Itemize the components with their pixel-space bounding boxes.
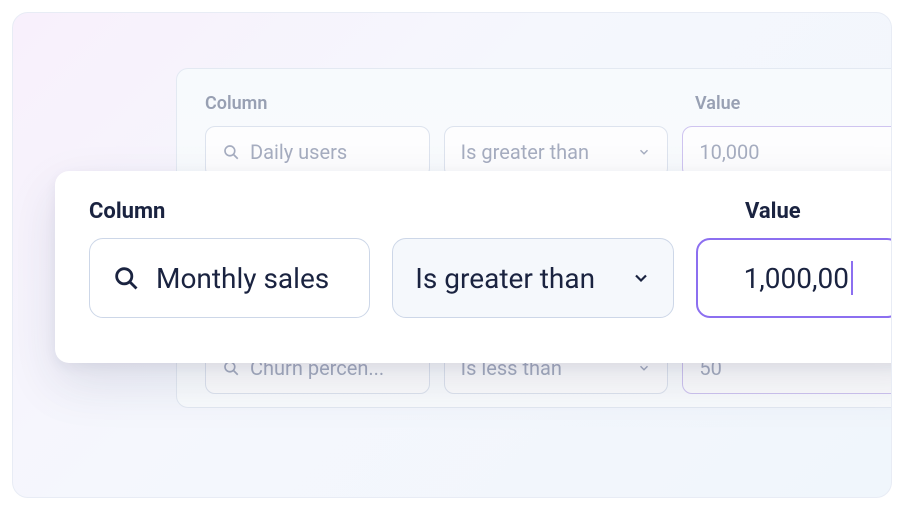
chevron-down-icon bbox=[637, 361, 651, 375]
operator-select[interactable]: Is greater than bbox=[392, 238, 673, 318]
value-field-value: 10,000 bbox=[699, 140, 759, 164]
column-field-value: Daily users bbox=[250, 140, 347, 164]
chevron-down-icon bbox=[637, 145, 651, 159]
chevron-down-icon bbox=[631, 268, 651, 288]
operator-select-value: Is greater than bbox=[461, 140, 589, 164]
value-header-label: Value bbox=[695, 93, 740, 114]
column-field-value: Monthly sales bbox=[156, 262, 329, 295]
value-header-label: Value bbox=[745, 199, 801, 224]
filter-row: Monthly sales Is greater than 1,000,00 bbox=[89, 238, 892, 318]
value-field-value: 1,000,00 bbox=[744, 262, 849, 295]
column-header-label: Column bbox=[205, 93, 450, 114]
search-icon bbox=[222, 143, 240, 161]
operator-select-value: Is greater than bbox=[415, 262, 595, 295]
column-field[interactable]: Monthly sales bbox=[89, 238, 370, 318]
page-frame: Column Value Daily users Is greater than… bbox=[12, 12, 892, 498]
column-header-label: Column bbox=[89, 199, 417, 224]
value-field[interactable]: 1,000,00 bbox=[696, 238, 892, 318]
search-icon bbox=[112, 264, 140, 292]
foreground-filter-card: Column Value Monthly sales Is greater th… bbox=[55, 171, 892, 363]
text-cursor bbox=[851, 261, 853, 295]
